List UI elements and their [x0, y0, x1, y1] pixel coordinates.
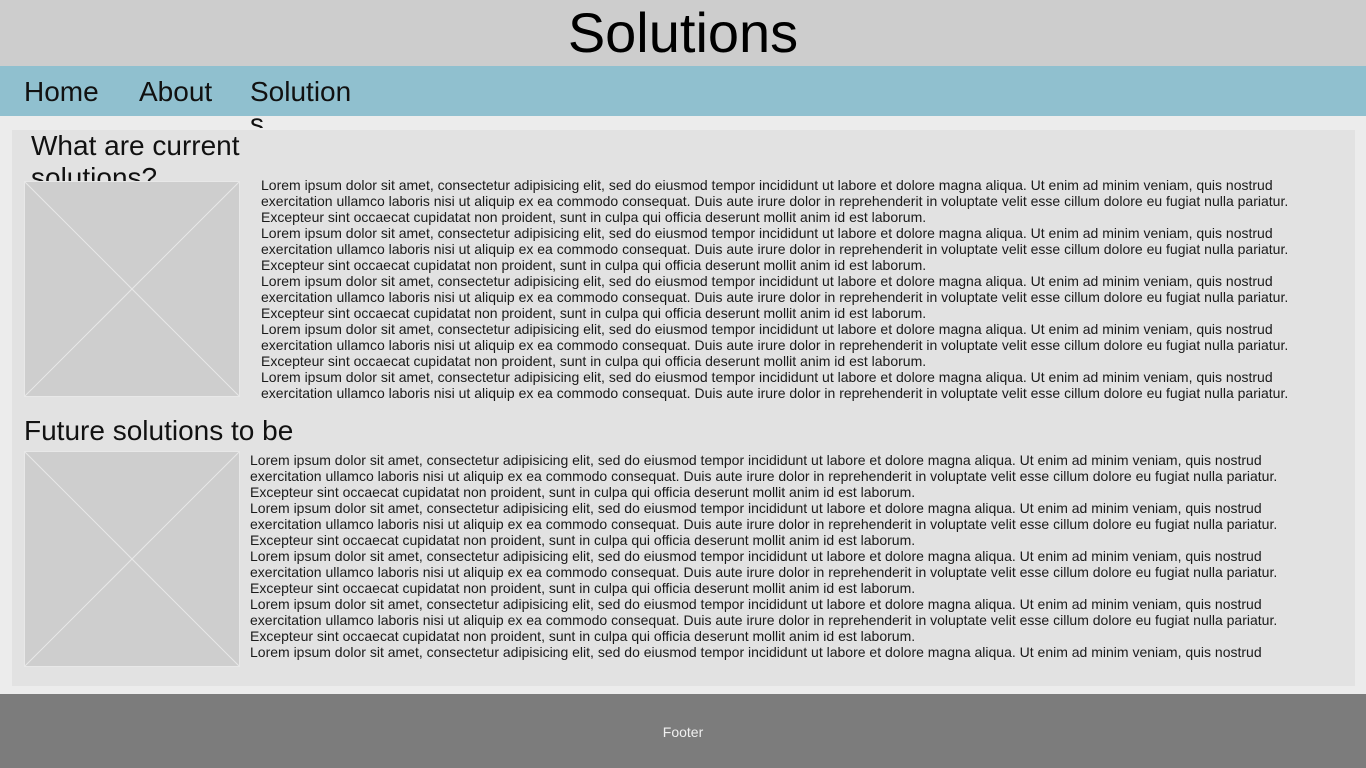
footer-text: Footer	[662, 724, 704, 740]
site-footer: Footer	[0, 694, 1366, 768]
image-placeholder-current	[24, 181, 240, 397]
main-content: What are current solutions? Lorem ipsum …	[12, 130, 1355, 686]
nav-link-home[interactable]: Home	[24, 76, 99, 108]
paragraph: Lorem ipsum dolor sit amet, consectetur …	[250, 644, 1262, 662]
page-title: Solutions	[567, 1, 799, 64]
paragraph: Lorem ipsum dolor sit amet, consectetur …	[250, 500, 1278, 548]
site-header: Solutions	[0, 0, 1366, 66]
paragraph: Lorem ipsum dolor sit amet, consectetur …	[261, 369, 1289, 401]
paragraph: Lorem ipsum dolor sit amet, consectetur …	[261, 273, 1289, 321]
paragraph: Lorem ipsum dolor sit amet, consectetur …	[250, 596, 1278, 644]
main-nav: Home About Solutions	[0, 66, 1366, 128]
placeholder-image-icon	[24, 181, 240, 397]
section-text-future: Lorem ipsum dolor sit amet, consectetur …	[250, 452, 1335, 662]
paragraph: Lorem ipsum dolor sit amet, consectetur …	[261, 321, 1289, 369]
paragraph: Lorem ipsum dolor sit amet, consectetur …	[250, 548, 1278, 596]
image-placeholder-future	[24, 451, 240, 667]
section-title-future: Future solutions to be	[24, 415, 294, 446]
nav-link-about[interactable]: About	[139, 76, 212, 108]
section-text-current: Lorem ipsum dolor sit amet, consectetur …	[261, 177, 1346, 401]
nav-link-solutions[interactable]: Solutions	[250, 76, 354, 128]
paragraph: Lorem ipsum dolor sit amet, consectetur …	[261, 225, 1289, 273]
paragraph: Lorem ipsum dolor sit amet, consectetur …	[261, 177, 1289, 225]
paragraph: Lorem ipsum dolor sit amet, consectetur …	[250, 452, 1278, 500]
placeholder-image-icon	[24, 451, 240, 667]
